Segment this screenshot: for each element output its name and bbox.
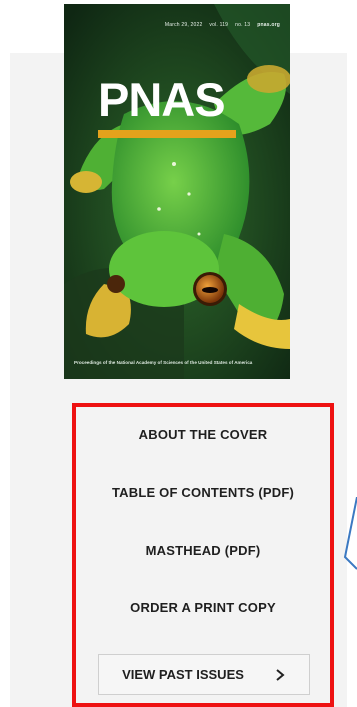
cover-issue-info: March 29, 2022 vol. 119 no. 13 pnas.org bbox=[165, 22, 280, 28]
logo-accent-bar bbox=[98, 130, 236, 138]
cover-volume: vol. 119 bbox=[209, 22, 229, 28]
view-past-issues-label: VIEW PAST ISSUES bbox=[122, 667, 244, 682]
cover-footer-text: Proceedings of the National Academy of S… bbox=[74, 360, 253, 365]
pnas-logo-text: PNAS bbox=[98, 73, 226, 126]
order-print-copy-link[interactable]: ORDER A PRINT COPY bbox=[76, 600, 330, 615]
annotation-arrow-icon bbox=[343, 497, 357, 570]
journal-cover-image[interactable]: March 29, 2022 vol. 119 no. 13 pnas.org … bbox=[64, 4, 290, 379]
journal-sidebar: March 29, 2022 vol. 119 no. 13 pnas.org … bbox=[0, 0, 357, 707]
cover-number: no. 13 bbox=[235, 22, 251, 28]
table-of-contents-link[interactable]: TABLE OF CONTENTS (PDF) bbox=[76, 485, 330, 500]
cover-date: March 29, 2022 bbox=[164, 22, 203, 28]
chevron-right-icon bbox=[274, 668, 286, 682]
about-cover-link[interactable]: ABOUT THE COVER bbox=[76, 427, 330, 442]
masthead-link[interactable]: MASTHEAD (PDF) bbox=[76, 543, 330, 558]
tree-frog-photo bbox=[64, 4, 290, 379]
cover-site: pnas.org bbox=[257, 22, 280, 28]
view-past-issues-button[interactable]: VIEW PAST ISSUES bbox=[98, 654, 310, 695]
